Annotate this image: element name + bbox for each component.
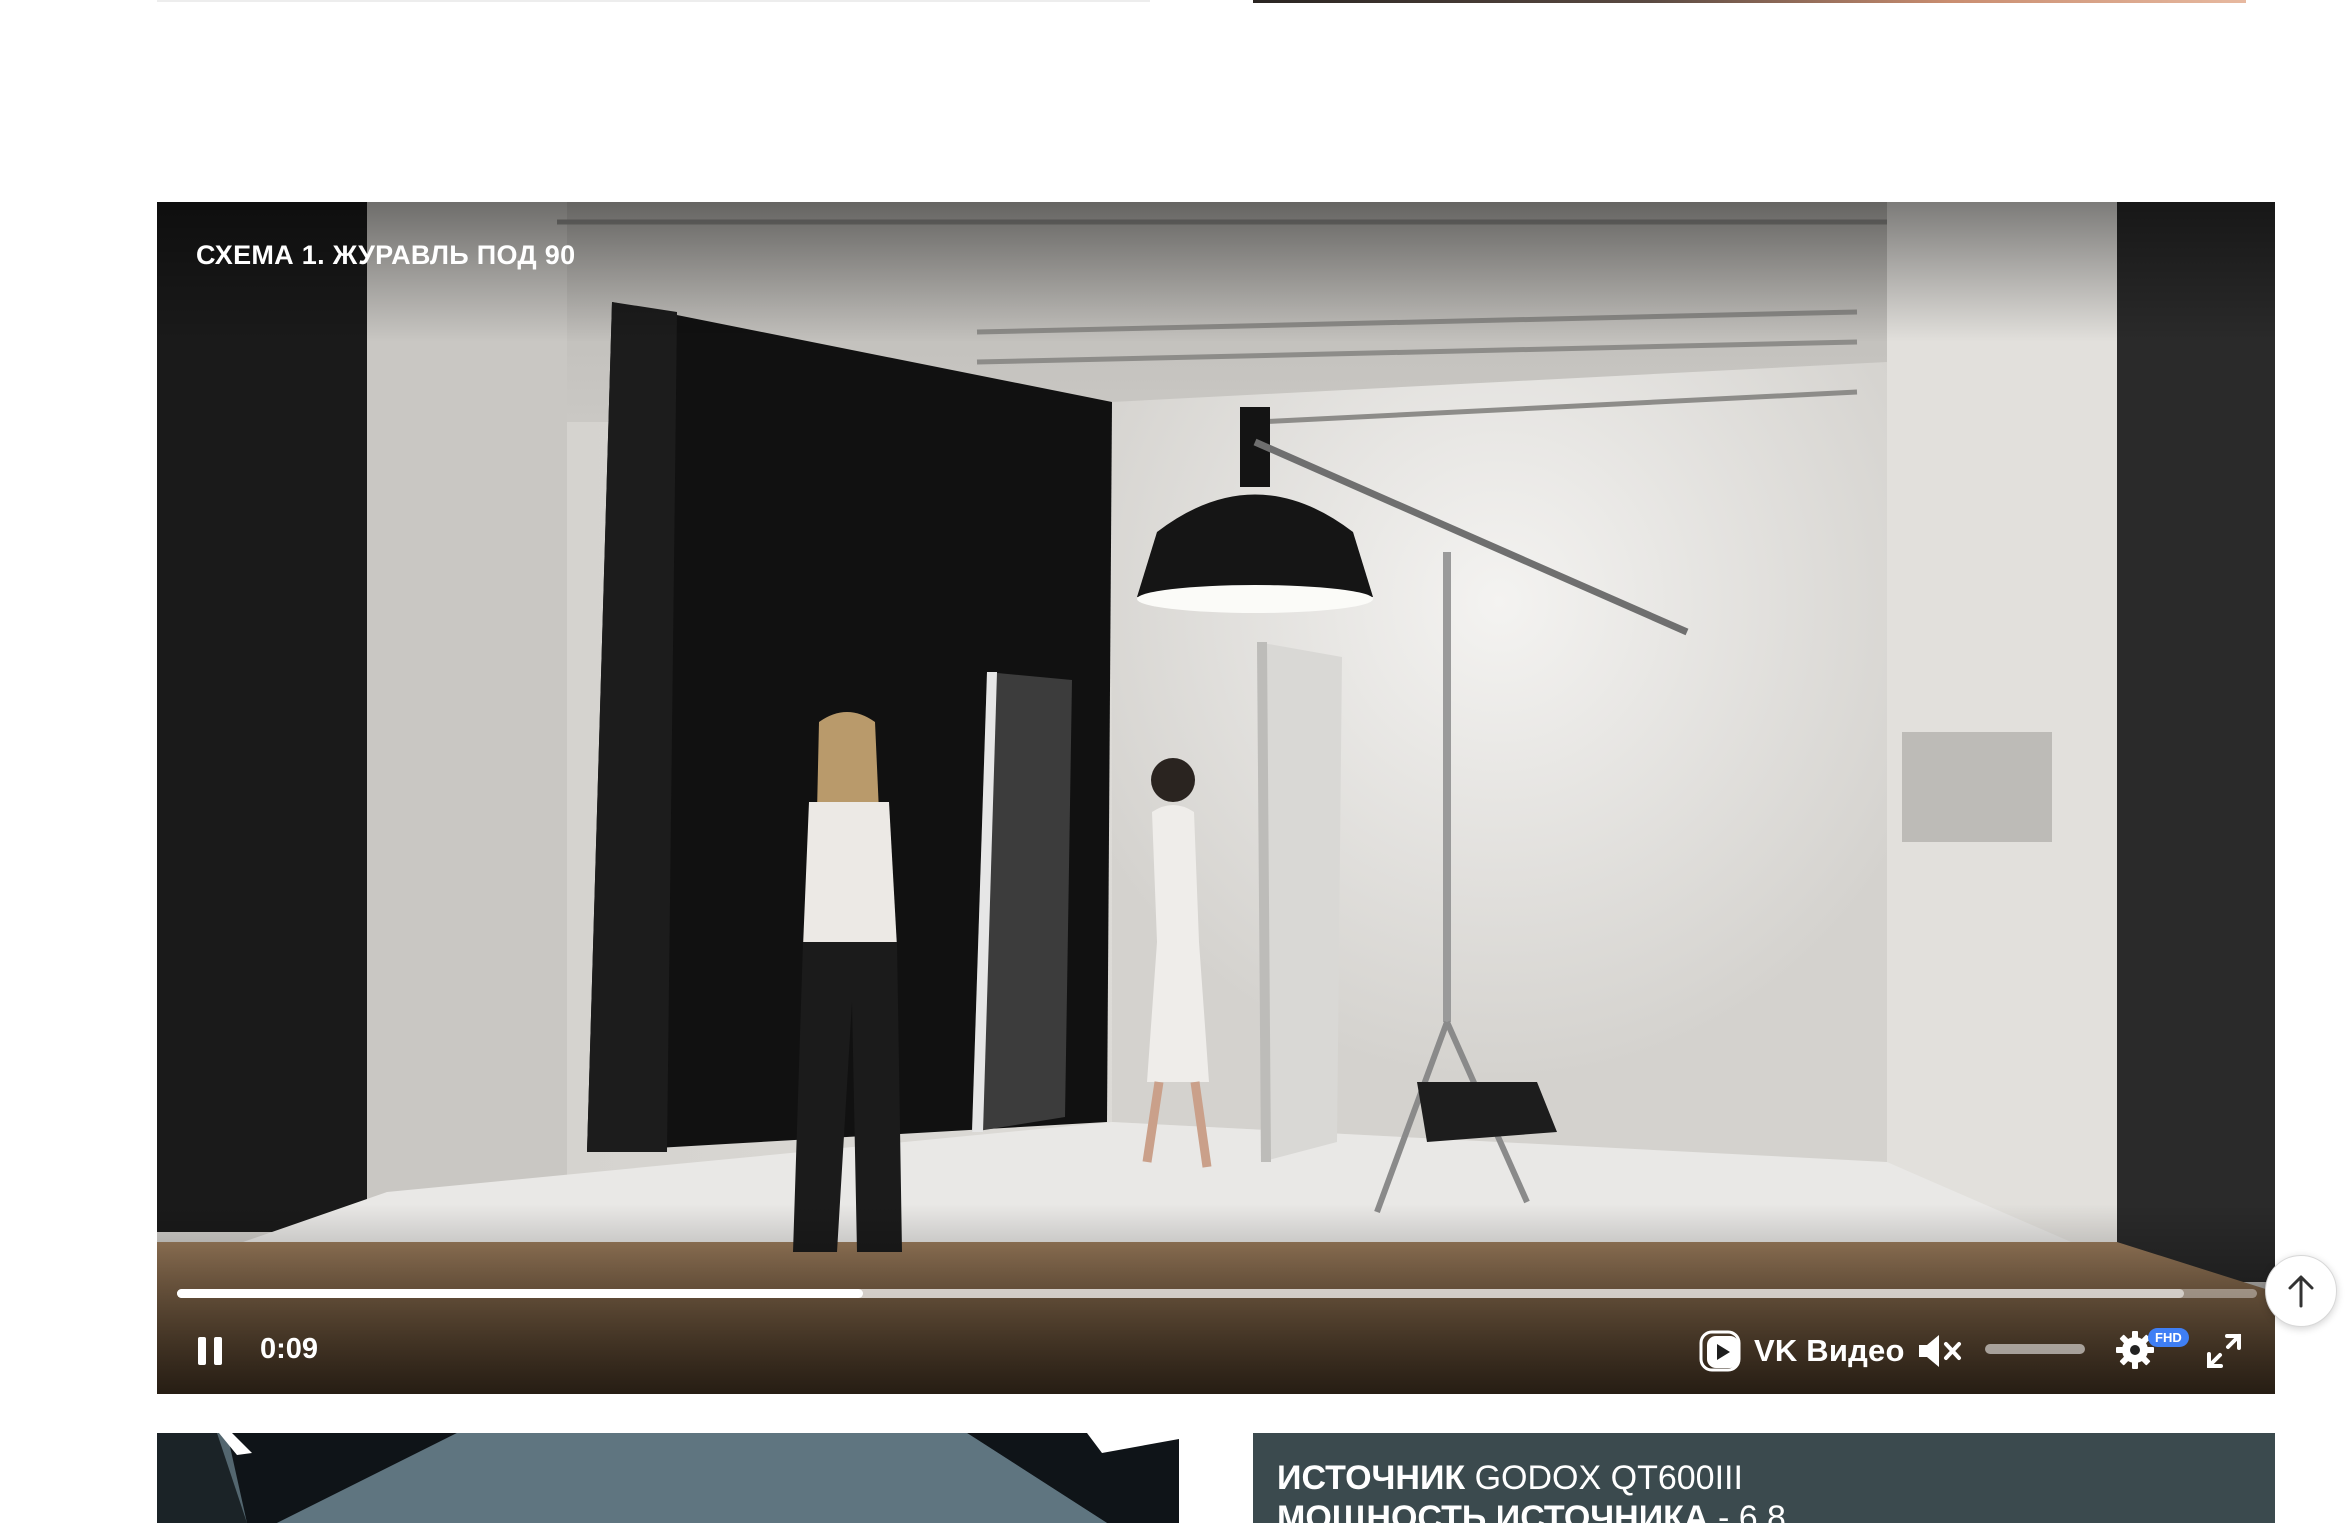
video-title: СХЕМА 1. ЖУРАВЛЬ ПОД 90: [196, 240, 576, 270]
previous-card-bottom-left: [157, 0, 1150, 2]
muted-speaker-icon: [1919, 1335, 1961, 1367]
next-photo-image: [157, 1433, 1179, 1523]
power-value: - 6.8: [1717, 1499, 1786, 1523]
settings-button[interactable]: FHD: [2114, 1320, 2194, 1380]
volume-slider[interactable]: [1985, 1344, 2085, 1354]
fullscreen-icon: [2207, 1334, 2241, 1368]
source-label: ИСТОЧНИК: [1277, 1459, 1466, 1497]
current-time: 0:09: [260, 1333, 319, 1365]
video-player[interactable]: СХЕМА 1. ЖУРАВЛЬ ПОД 90 0:09 VK Видео FH…: [157, 202, 2275, 1394]
vk-video-logo-icon: [1699, 1330, 1741, 1372]
pause-button[interactable]: [183, 1324, 237, 1378]
source-line: ИСТОЧНИК GODOX QT600III: [1277, 1459, 1743, 1498]
progress-bar[interactable]: [177, 1289, 2257, 1298]
quality-badge: FHD: [2148, 1328, 2189, 1347]
pause-icon: [198, 1337, 222, 1365]
source-value: GODOX QT600III: [1474, 1459, 1743, 1497]
power-line: МОЩНОСТЬ ИСТОЧНИКА - 6.8: [1277, 1499, 1786, 1523]
next-photo-card: [157, 1433, 1179, 1523]
previous-card-bottom-right: [1253, 0, 2246, 3]
scroll-to-top-button[interactable]: [2265, 1255, 2337, 1327]
vk-video-link[interactable]: VK Видео: [1698, 1324, 1905, 1378]
arrow-up-icon: [2288, 1275, 2314, 1308]
fullscreen-button[interactable]: [2197, 1324, 2251, 1378]
video-frame: [157, 202, 2275, 1394]
source-info-card: ИСТОЧНИК GODOX QT600III МОЩНОСТЬ ИСТОЧНИ…: [1253, 1433, 2275, 1523]
power-label: МОЩНОСТЬ ИСТОЧНИКА: [1277, 1499, 1709, 1523]
progress-played: [177, 1289, 864, 1298]
vk-video-label: VK Видео: [1754, 1333, 1905, 1368]
mute-button[interactable]: [1913, 1324, 1967, 1378]
